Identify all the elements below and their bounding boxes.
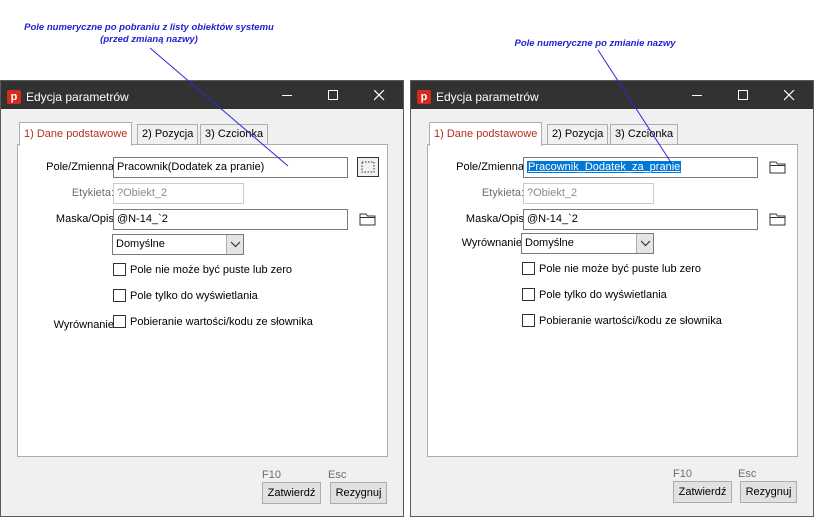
minimize-button[interactable] [675,81,721,109]
rezygnuj-button[interactable]: Rezygnuj [740,481,797,503]
checkbox-label: Pobieranie wartości/kodu ze słownika [539,315,722,327]
tab-pozycja[interactable]: 2) Pozycja [547,124,609,144]
chevron-down-icon [230,241,241,248]
cancel-key-hint: Esc [328,469,347,481]
close-button[interactable] [767,81,813,109]
annotation-left-line-1: Pole numeryczne po pobraniu z listy obie… [24,22,274,33]
annotation-left-line-2: (przed zmianą nazwy) [100,34,198,45]
annotation-right: Pole numeryczne po zmianie nazwy [514,38,676,49]
chevron-down-icon [640,240,651,247]
tab-czcionka[interactable]: 3) Czcionka [200,124,269,144]
checkbox-dictionary[interactable]: Pobieranie wartości/kodu ze słownika [113,315,313,328]
maska-opis-input[interactable]: @N-14_`2 [523,209,758,230]
checkbox-box[interactable] [522,288,535,301]
checkbox-box[interactable] [113,263,126,276]
pole-zmienna-input[interactable]: Pracownik_Dodatek_za_pranie [523,157,758,178]
pole-zmienna-label: Pole/Zmienna [456,161,524,173]
annotation-left: Pole numeryczne po pobraniu z listy obie… [10,22,288,46]
etykieta-input: ?Obiekt_2 [113,183,244,204]
folder-icon [769,213,786,226]
minimize-button[interactable] [265,81,311,109]
dropdown-arrow[interactable] [226,235,243,254]
wyrownanie-label: Wyrównanie [461,237,522,249]
minimize-icon [692,95,702,96]
tab-pozycja[interactable]: 2) Pozycja [137,124,199,144]
window-title: Edycja parametrów [26,90,129,104]
checkbox-box[interactable] [522,314,535,327]
close-icon [374,90,385,101]
close-button[interactable] [357,81,403,109]
window-title: Edycja parametrów [436,90,539,104]
tab-dane-podstawowe[interactable]: 1) Dane podstawowe [19,122,133,146]
pole-folder-button[interactable] [768,158,790,178]
wyrownanie-value: Domyślne [116,238,165,250]
close-icon [784,90,795,101]
tab-dane-podstawowe[interactable]: 1) Dane podstawowe [429,122,543,146]
zatwierdz-button[interactable]: Zatwierdź [262,482,321,504]
checkbox-box[interactable] [113,289,126,302]
maska-opis-label: Maska/Opis [465,213,524,225]
app-icon: p [417,90,431,104]
checkbox-label: Pole tylko do wyświetlania [130,290,258,302]
maska-opis-input[interactable]: @N-14_`2 [113,209,348,230]
wyrownanie-select[interactable]: Domyślne [521,233,654,254]
maximize-icon [738,90,748,100]
rezygnuj-button[interactable]: Rezygnuj [330,482,387,504]
checkbox-display-only[interactable]: Pole tylko do wyświetlania [522,288,667,301]
etykieta-label: Etykieta: [71,187,114,199]
title-bar[interactable]: p Edycja parametrów [1,81,403,109]
pole-zmienna-label: Pole/Zmienna [46,161,114,173]
confirm-key-hint: F10 [262,469,281,481]
minimize-icon [282,95,292,96]
pole-zmienna-selected-text: Pracownik_Dodatek_za_pranie [527,161,682,173]
checkbox-not-empty[interactable]: Pole nie może być puste lub zero [522,262,701,275]
confirm-key-hint: F10 [673,468,692,480]
etykieta-input: ?Obiekt_2 [523,183,654,204]
checkbox-label: Pole tylko do wyświetlania [539,289,667,301]
wyrownanie-label: Wyrównanie [53,319,114,331]
select-object-button[interactable] [357,157,379,177]
app-icon: p [7,90,21,104]
maximize-button[interactable] [311,81,357,109]
maska-opis-label: Maska/Opis [55,213,114,225]
checkbox-label: Pobieranie wartości/kodu ze słownika [130,316,313,328]
checkbox-box[interactable] [522,262,535,275]
tab-czcionka[interactable]: 3) Czcionka [610,124,679,144]
checkbox-label: Pole nie może być puste lub zero [130,264,293,276]
checkbox-box[interactable] [113,315,126,328]
folder-icon [359,213,376,226]
checkbox-display-only[interactable]: Pole tylko do wyświetlania [113,289,258,302]
maximize-icon [328,90,338,100]
cancel-key-hint: Esc [738,468,757,480]
checkbox-dictionary[interactable]: Pobieranie wartości/kodu ze słownika [522,314,722,327]
maximize-button[interactable] [721,81,767,109]
pole-zmienna-input[interactable]: Pracownik(Dodatek za pranie) [113,157,348,178]
maska-folder-button[interactable] [768,210,790,230]
zatwierdz-button[interactable]: Zatwierdź [673,481,732,503]
select-object-icon [361,161,375,173]
wyrownanie-value: Domyślne [525,237,574,249]
checkbox-not-empty[interactable]: Pole nie może być puste lub zero [113,263,292,276]
maska-folder-button[interactable] [358,210,380,230]
dropdown-arrow[interactable] [636,234,653,253]
title-bar[interactable]: p Edycja parametrów [411,81,813,109]
wyrownanie-select[interactable]: Domyślne [112,234,244,255]
folder-icon [769,161,786,174]
etykieta-label: Etykieta: [481,187,524,199]
checkbox-label: Pole nie może być puste lub zero [539,263,702,275]
